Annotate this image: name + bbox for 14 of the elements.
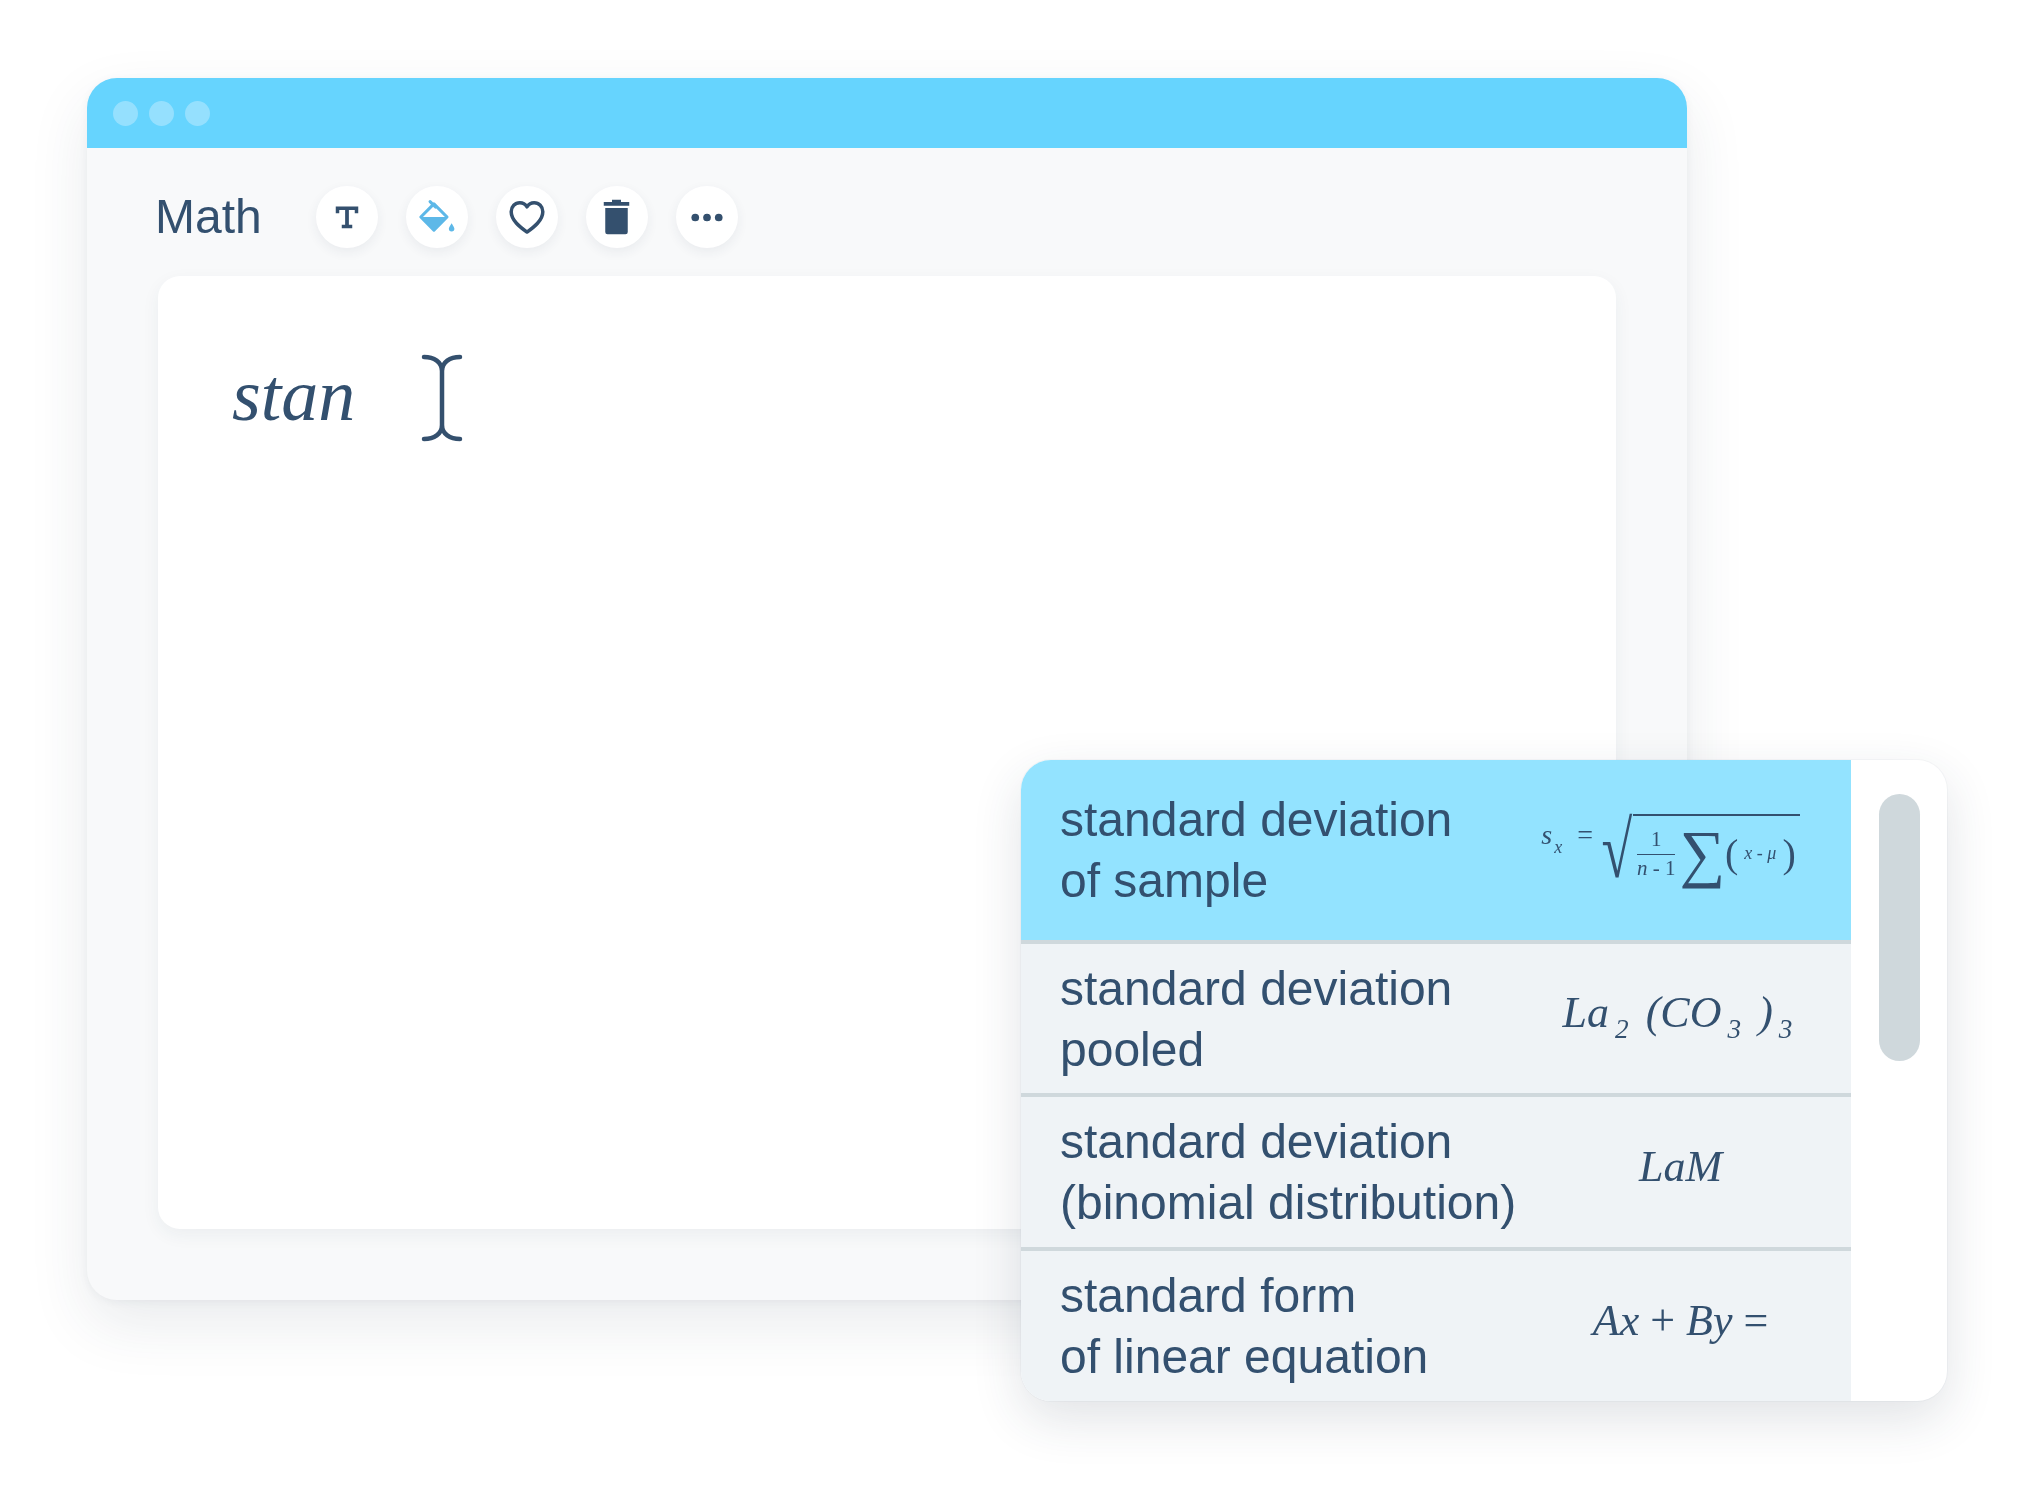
math-input-field[interactable]: stan (224, 345, 1556, 445)
more-icon (690, 212, 723, 222)
heart-icon (508, 200, 545, 234)
window-control-icon[interactable] (113, 100, 138, 126)
text-cursor-icon (421, 354, 463, 442)
suggestion-item[interactable]: standard deviation (binomial distribution) LaM (1021, 1093, 1851, 1248)
toolbar-title: Math (155, 189, 262, 245)
trash-icon (603, 199, 631, 235)
scrollbar-thumb[interactable] (1879, 794, 1920, 1061)
window-control-icon[interactable] (185, 100, 210, 126)
suggestion-item[interactable]: standard deviation pooled La$_{2}$ (CO$_{3}$ )$_{3}$ (1021, 939, 1851, 1094)
window-control-icon[interactable] (149, 100, 174, 126)
paint-bucket-icon (416, 199, 457, 235)
suggestion-item[interactable]: standard form of linear equation Ax + By = (1021, 1247, 1851, 1401)
